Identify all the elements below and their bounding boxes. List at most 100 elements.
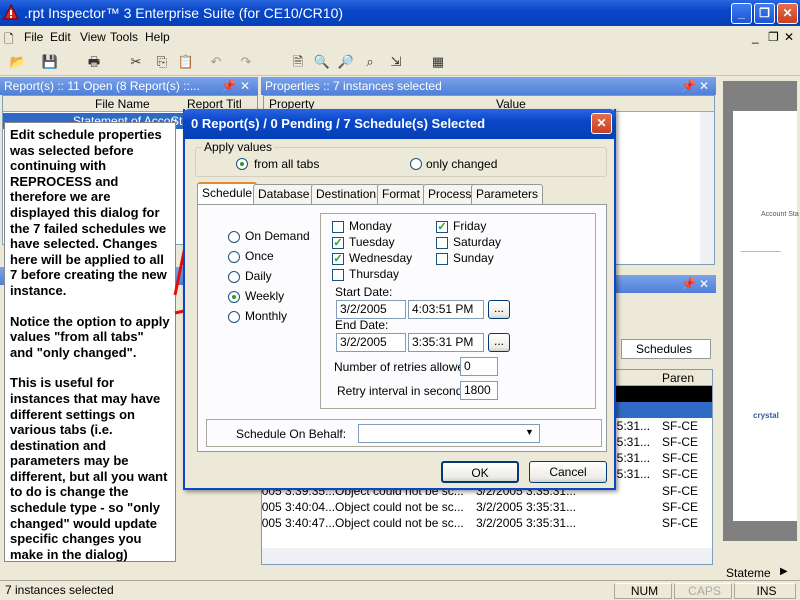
toolbar: 📂 💾 🖶 ✂ ⎘ 📋 ↶ ↷ 🗎 🔍 🔎 ⌕ ⇲ ▦ <box>0 48 800 76</box>
print-icon[interactable]: 🖶 <box>84 52 104 72</box>
tab-schedules-label: Schedules <box>636 342 693 356</box>
table-row[interactable]: 3/2/2005 3:40:47...Object could not be s… <box>262 516 712 532</box>
menu-edit[interactable]: Edit <box>50 30 71 44</box>
mdi-minimize-icon[interactable]: _ <box>752 30 759 44</box>
schedule-tab-body: On Demand Once Daily Weekly Monthly Mond… <box>197 204 607 452</box>
panel-close-icon[interactable]: ✕ <box>699 275 709 293</box>
app-warning-icon <box>3 4 19 20</box>
radio-monthly[interactable] <box>228 311 240 323</box>
tab-format[interactable]: Format <box>377 184 426 204</box>
ok-button[interactable]: OK <box>441 461 519 483</box>
menu-view[interactable]: View <box>80 30 106 44</box>
start-time-field[interactable]: 4:03:51 PM <box>408 300 484 319</box>
preview-panel: Account Sta crystal Stateme ▶ <box>720 77 800 580</box>
export-icon[interactable]: ⇲ <box>386 52 406 72</box>
status-num: NUM <box>614 583 672 599</box>
tab-process[interactable]: Process <box>423 184 477 204</box>
radio-on-demand[interactable] <box>228 231 240 243</box>
tab-schedules[interactable]: Schedules <box>621 339 711 359</box>
start-date-picker-button[interactable]: ... <box>488 300 510 319</box>
end-time-field[interactable]: 3:35:31 PM <box>408 333 484 352</box>
annotation-callout: Edit schedule properties was selected be… <box>4 122 176 562</box>
radio-all-tabs-label: from all tabs <box>254 157 320 171</box>
annotation-text-2: Notice the option to apply values "from … <box>10 313 170 360</box>
retries-field[interactable]: 0 <box>460 357 498 376</box>
preview-doc-title: Account Sta <box>761 211 799 218</box>
chevron-down-icon[interactable]: ▼ <box>525 427 534 437</box>
tab-destination[interactable]: Destination <box>311 184 382 204</box>
radio-daily[interactable] <box>228 271 240 283</box>
panel-close-icon[interactable]: ✕ <box>240 77 250 95</box>
interval-label: Retry interval in seconds: <box>337 384 472 398</box>
copy-icon[interactable]: ⎘ <box>152 52 172 72</box>
radio-all-tabs[interactable] <box>236 158 248 170</box>
undo-icon[interactable]: ↶ <box>206 52 226 72</box>
menu-help[interactable]: Help <box>145 30 170 44</box>
preview-icon[interactable]: 🗎 <box>288 52 308 72</box>
table-row[interactable]: 3/2/2005 3:40:04...Object could not be s… <box>262 500 712 516</box>
sunday-label: Sunday <box>453 251 494 265</box>
status-caps: CAPS <box>674 583 732 599</box>
menu-bar: 🗋 File Edit View Tools Help _ ❐ ✕ <box>0 27 800 47</box>
close-button[interactable]: ✕ <box>777 3 798 24</box>
status-bar: 7 instances selected NUM CAPS INS <box>0 580 800 600</box>
open-icon[interactable]: 📂 <box>8 52 28 72</box>
behalf-label: Schedule On Behalf: <box>236 427 347 441</box>
tab-parameters[interactable]: Parameters <box>471 184 544 204</box>
chk-monday[interactable] <box>332 221 344 233</box>
menu-file[interactable]: File <box>24 30 43 44</box>
maximize-button[interactable]: ❐ <box>754 3 775 24</box>
minimize-button[interactable]: _ <box>731 3 752 24</box>
radio-weekly[interactable] <box>228 291 240 303</box>
reports-panel-title: Report(s) :: 11 Open (8 Report(s) ::... <box>4 79 200 93</box>
dialog-close-button[interactable]: ✕ <box>591 113 612 134</box>
interval-field[interactable]: 1800 <box>460 381 498 400</box>
tab-database[interactable]: Database <box>253 184 315 204</box>
chk-tuesday[interactable]: ✓ <box>332 237 344 249</box>
annotation-text-3: This is useful for instances that may ha… <box>10 375 168 562</box>
window-layout-icon[interactable]: ▦ <box>428 52 448 72</box>
end-date-field[interactable]: 3/2/2005 <box>336 333 406 352</box>
preview-text-block <box>741 251 781 301</box>
mdi-close-icon[interactable]: ✕ <box>784 30 794 44</box>
tuesday-label: Tuesday <box>349 235 395 249</box>
radio-only-changed[interactable] <box>410 158 422 170</box>
pin-icon[interactable]: 📌 <box>681 77 696 95</box>
paste-icon[interactable]: 📋 <box>176 52 196 72</box>
zoom-icon[interactable]: 🔍 <box>312 52 332 72</box>
search-icon[interactable]: ⌕ <box>360 52 380 72</box>
pin-icon[interactable]: 📌 <box>681 275 696 293</box>
end-date-picker-button[interactable]: ... <box>488 333 510 352</box>
chk-wednesday[interactable]: ✓ <box>332 253 344 265</box>
chk-sunday[interactable] <box>436 253 448 265</box>
properties-panel-title: Properties :: 7 instances selected <box>265 79 442 93</box>
start-date-label: Start Date: <box>335 285 393 299</box>
thursday-label: Thursday <box>349 267 400 281</box>
dialog-title: 0 Report(s) / 0 Pending / 7 Schedule(s) … <box>191 116 486 131</box>
col-file-name[interactable]: File Name <box>95 97 150 111</box>
saturday-label: Saturday <box>453 235 502 249</box>
properties-panel-header: Properties :: 7 instances selected 📌 ✕ <box>261 77 716 95</box>
cut-icon[interactable]: ✂ <box>126 52 146 72</box>
title-bar: .rpt Inspector™ 3 Enterprise Suite (for … <box>0 0 800 26</box>
properties-scrollbar[interactable] <box>700 112 714 264</box>
col-parent[interactable]: Paren <box>662 371 694 385</box>
chk-thursday[interactable] <box>332 269 344 281</box>
chk-friday[interactable]: ✓ <box>436 221 448 233</box>
redo-icon[interactable]: ↷ <box>236 52 256 72</box>
scroll-right-icon[interactable]: ▶ <box>780 566 788 577</box>
pin-icon[interactable]: 📌 <box>221 77 236 95</box>
save-icon[interactable]: 💾 <box>40 52 60 72</box>
behalf-select[interactable] <box>358 424 540 443</box>
radio-once[interactable] <box>228 251 240 263</box>
tab-schedule[interactable]: Schedule <box>197 182 258 205</box>
menu-tools[interactable]: Tools <box>110 30 138 44</box>
chk-saturday[interactable] <box>436 237 448 249</box>
mdi-restore-icon[interactable]: ❐ <box>768 30 779 44</box>
find-icon[interactable]: 🔎 <box>336 52 356 72</box>
horizontal-scrollbar[interactable] <box>262 548 712 564</box>
status-ins: INS <box>734 583 796 599</box>
panel-close-icon[interactable]: ✕ <box>699 77 709 95</box>
start-date-field[interactable]: 3/2/2005 <box>336 300 406 319</box>
cancel-button[interactable]: Cancel <box>529 461 607 483</box>
